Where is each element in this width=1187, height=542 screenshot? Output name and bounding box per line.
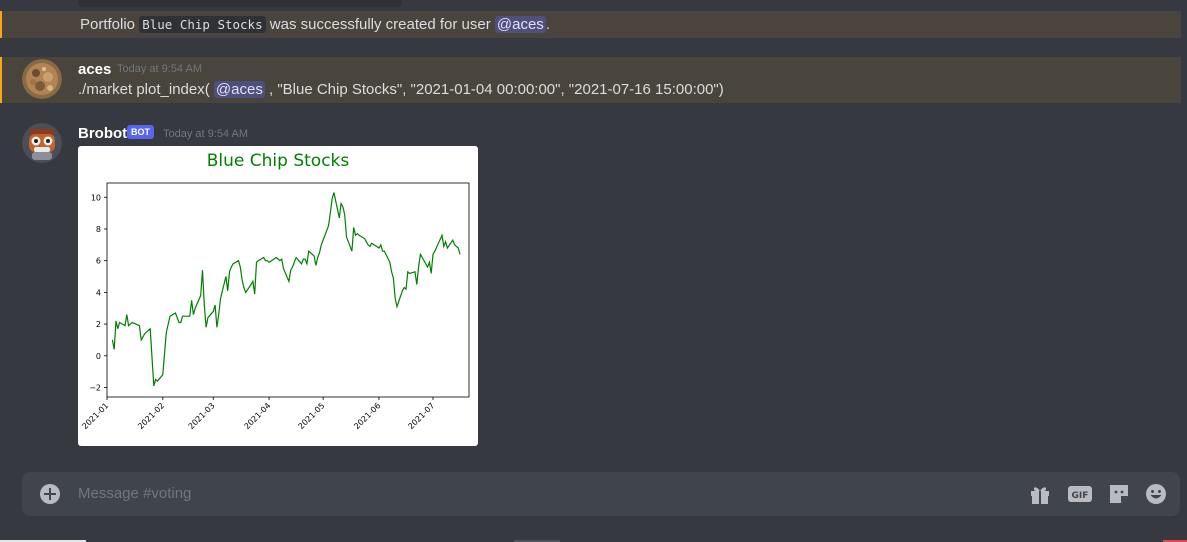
add-attachment-icon[interactable] xyxy=(40,484,60,504)
timestamp: Today at 9:54 AM xyxy=(117,63,202,75)
chart-image[interactable]: Blue Chip Stocks −2 0 2 4 6 8 10 2021-01 2021-0… xyxy=(78,146,478,446)
sticker-icon[interactable] xyxy=(1107,483,1131,505)
x-tick-label: 2021-03 xyxy=(187,401,217,431)
user-mention[interactable]: @aces xyxy=(213,81,265,98)
x-tick-label: 2021-02 xyxy=(136,401,166,431)
avatar[interactable] xyxy=(22,59,62,99)
avatar-aces-icon xyxy=(22,59,62,99)
system-message: Portfolio Blue Chip Stocks was successfu… xyxy=(0,11,1181,38)
previous-embed-edge xyxy=(78,0,402,7)
y-tick-label: 6 xyxy=(96,257,101,266)
command-message: aces Today at 9:54 AM ./market plot_inde… xyxy=(0,57,1181,103)
system-message-prefix: Portfolio xyxy=(80,16,140,33)
y-tick-label: 2 xyxy=(96,320,101,329)
username[interactable]: aces xyxy=(78,61,111,78)
emoji-icon[interactable] xyxy=(1144,483,1168,505)
x-tick-label: 2021-06 xyxy=(352,401,382,431)
chart-title: Blue Chip Stocks xyxy=(207,151,350,171)
system-message-text: Portfolio Blue Chip Stocks was successfu… xyxy=(80,16,550,33)
series-line xyxy=(111,192,461,387)
svg-text:GIF: GIF xyxy=(1072,491,1089,501)
line-chart: Blue Chip Stocks −2 0 2 4 6 8 10 2021-01 2021-0… xyxy=(80,151,470,431)
plot-frame xyxy=(106,182,470,398)
y-tick-label: 10 xyxy=(91,193,101,202)
command-suffix: , "Blue Chip Stocks", "2021-01-04 00:00:… xyxy=(264,81,724,98)
portfolio-name-code: Blue Chip Stocks xyxy=(139,16,266,33)
message-composer: Message #voting GIF xyxy=(22,472,1180,516)
x-tick-label: 2021-05 xyxy=(297,401,327,431)
message-content: ./market plot_index( @aces , "Blue Chip … xyxy=(78,81,724,98)
system-message-suffix: . xyxy=(545,16,550,33)
x-tick-label: 2021-07 xyxy=(406,401,436,431)
y-tick-label: 4 xyxy=(96,288,101,297)
y-tick-label: 0 xyxy=(96,352,101,361)
username[interactable]: Brobot xyxy=(78,125,127,142)
bot-badge: BOT xyxy=(127,125,154,139)
avatar[interactable] xyxy=(22,123,62,163)
y-tick-label: 8 xyxy=(96,225,101,234)
x-tick-label: 2021-04 xyxy=(242,401,272,431)
timestamp: Today at 9:54 AM xyxy=(163,128,248,140)
gift-icon[interactable] xyxy=(1028,483,1052,505)
command-prefix: ./market plot_index( xyxy=(78,81,214,98)
x-tick-label: 2021-01 xyxy=(80,401,110,431)
gif-icon[interactable]: GIF xyxy=(1068,483,1092,505)
avatar-robot-icon xyxy=(22,123,62,163)
message-input[interactable]: Message #voting xyxy=(78,485,191,502)
y-tick-label: −2 xyxy=(89,383,101,392)
user-mention[interactable]: @aces xyxy=(494,16,546,33)
system-message-middle: was successfully created for user xyxy=(265,16,495,33)
